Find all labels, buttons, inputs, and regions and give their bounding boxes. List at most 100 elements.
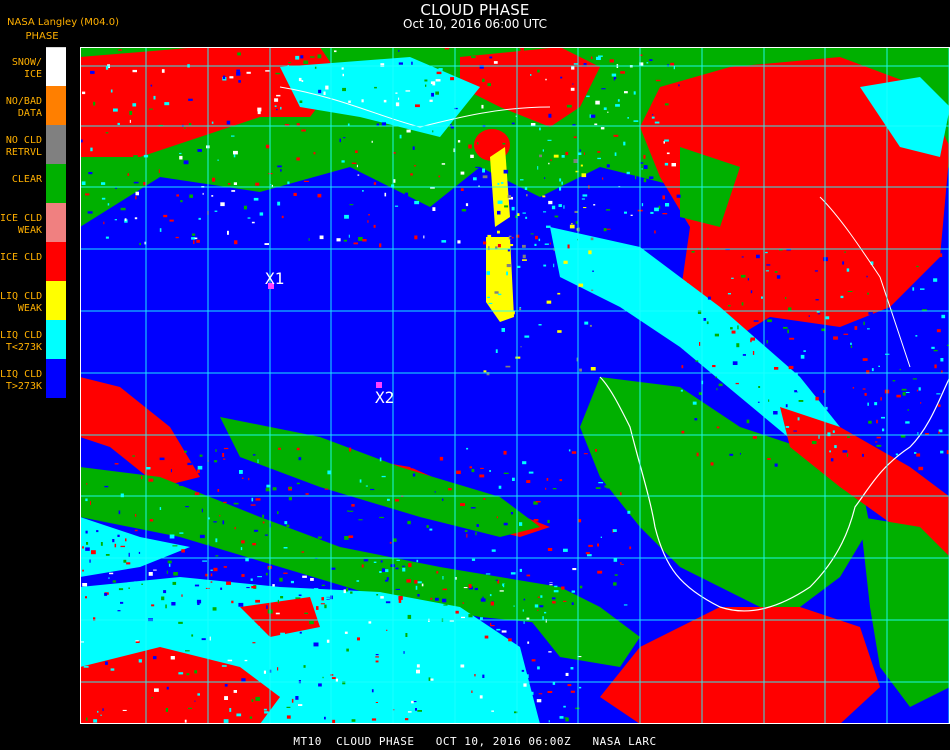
speckle	[194, 492, 200, 496]
speckle	[108, 577, 110, 579]
site-marker-x2-label: X2	[375, 388, 394, 407]
speckle	[241, 540, 245, 544]
speckle	[138, 238, 143, 242]
speckle	[503, 169, 509, 174]
speckle	[412, 146, 415, 150]
legend-swatch	[46, 242, 66, 281]
speckle	[244, 659, 248, 662]
speckle	[759, 416, 761, 419]
speckle	[129, 111, 133, 115]
speckle	[500, 586, 503, 589]
speckle	[867, 328, 870, 330]
speckle	[105, 661, 108, 665]
speckle	[157, 183, 160, 186]
speckle	[186, 673, 190, 676]
speckle	[317, 54, 322, 59]
speckle	[850, 456, 855, 460]
speckle	[463, 587, 468, 589]
speckle	[800, 354, 805, 359]
speckle	[184, 627, 188, 630]
satellite-map[interactable]: X1 X2	[80, 47, 950, 724]
speckle	[248, 477, 250, 481]
speckle	[553, 311, 556, 315]
speckle	[122, 709, 127, 711]
speckle	[199, 534, 205, 539]
speckle	[185, 567, 189, 570]
speckle	[213, 521, 217, 523]
speckle	[565, 151, 569, 156]
speckle	[343, 516, 348, 518]
speckle	[482, 168, 485, 173]
speckle	[138, 551, 141, 554]
speckle	[850, 342, 852, 345]
speckle	[750, 290, 753, 294]
speckle	[98, 531, 104, 535]
speckle	[253, 197, 259, 201]
speckle	[233, 502, 239, 505]
speckle	[399, 134, 402, 139]
legend-row: CLEAR	[0, 164, 66, 203]
speckle	[275, 72, 280, 75]
speckle	[112, 539, 115, 543]
speckle	[571, 590, 575, 593]
speckle	[302, 575, 307, 578]
speckle	[486, 271, 490, 275]
speckle	[740, 274, 746, 278]
speckle	[440, 212, 443, 216]
speckle	[406, 129, 411, 133]
speckle	[279, 577, 283, 582]
speckle	[333, 536, 336, 538]
speckle	[194, 584, 200, 587]
speckle	[530, 233, 534, 235]
speckle	[664, 103, 669, 106]
speckle	[172, 581, 177, 585]
speckle	[346, 587, 349, 592]
speckle	[94, 592, 96, 597]
speckle	[246, 85, 251, 87]
speckle	[525, 453, 528, 457]
speckle	[528, 697, 532, 700]
speckle	[102, 708, 104, 711]
speckle	[223, 447, 229, 450]
speckle	[313, 152, 316, 155]
speckle	[741, 302, 744, 306]
speckle	[503, 522, 508, 526]
speckle	[457, 140, 461, 143]
speckle	[730, 327, 733, 330]
speckle	[379, 457, 382, 462]
speckle	[876, 436, 881, 439]
speckle	[152, 224, 156, 226]
speckle	[765, 251, 768, 254]
speckle	[881, 416, 885, 419]
speckle	[815, 299, 819, 301]
speckle	[435, 144, 439, 148]
speckle	[280, 169, 282, 172]
speckle	[573, 159, 578, 163]
speckle	[117, 122, 120, 125]
speckle	[522, 212, 526, 214]
speckle	[348, 234, 350, 238]
speckle	[439, 456, 444, 461]
speckle	[394, 205, 399, 207]
speckle	[120, 601, 124, 604]
speckle	[546, 700, 551, 702]
speckle	[597, 151, 601, 153]
speckle	[301, 129, 306, 132]
speckle	[808, 449, 810, 451]
speckle	[681, 365, 684, 369]
speckle	[874, 402, 878, 406]
speckle	[441, 163, 446, 165]
speckle	[462, 602, 465, 604]
speckle	[608, 517, 611, 520]
speckle	[356, 580, 360, 582]
speckle	[797, 417, 800, 421]
speckle	[475, 531, 477, 536]
speckle	[412, 473, 416, 477]
speckle	[212, 177, 216, 182]
speckle	[135, 191, 139, 196]
speckle	[661, 98, 666, 100]
speckle	[173, 120, 179, 124]
speckle	[867, 292, 869, 295]
speckle	[620, 71, 625, 74]
speckle	[620, 492, 622, 496]
